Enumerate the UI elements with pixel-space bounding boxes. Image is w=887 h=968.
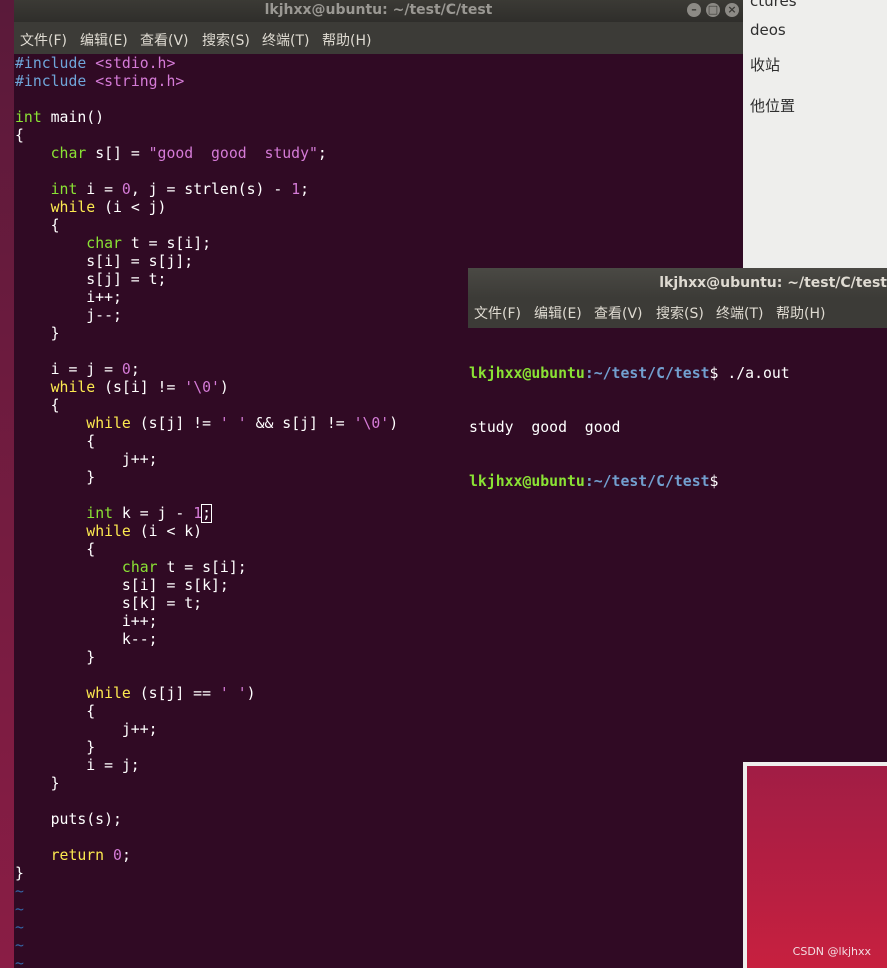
text-cursor: ; — [201, 504, 213, 523]
window-title: lkjhxx@ubuntu: ~/test/C/test — [264, 2, 493, 18]
prompt-path: :~/test/C/test — [584, 365, 710, 382]
code-line: char t = s[i]; — [86, 235, 212, 252]
command-text: ./a.out — [718, 365, 790, 382]
menubar: 文件(F) 编辑(E) 查看(V) 搜索(S) 终端(T) 帮助(H) — [14, 22, 743, 54]
empty-buffer-line: ~ — [15, 955, 24, 968]
prompt-line: lkjhxx@ubuntu:~/test/C/test$ — [469, 473, 887, 491]
code-line: int i = 0, j = strlen(s) - 1; — [50, 181, 310, 198]
code-line: #include <stdio.h> — [15, 55, 176, 72]
empty-buffer-line: ~ — [15, 883, 24, 900]
code-line: int main() — [15, 109, 105, 126]
fm-sidebar-item-pictures[interactable]: ctures — [750, 0, 797, 10]
code-line: while (i < j) — [50, 199, 167, 216]
command-line: lkjhxx@ubuntu:~/test/C/test$ ./a.out — [469, 365, 887, 383]
prompt-sign: $ — [709, 473, 719, 490]
fm-sidebar-item-trash[interactable]: 收站 — [750, 54, 780, 75]
program-output: study good good — [469, 419, 621, 436]
menu-terminal[interactable]: 终端(T) — [716, 298, 763, 330]
empty-buffer-line: ~ — [15, 919, 24, 936]
code-line: } — [15, 865, 24, 882]
output-terminal-window[interactable]: lkjhxx@ubuntu: ~/test/C/test 文件(F) 编辑(E)… — [468, 268, 887, 762]
code-line: return 0; — [50, 847, 131, 864]
terminal-output[interactable]: lkjhxx@ubuntu:~/test/C/test$ ./a.out stu… — [469, 329, 887, 527]
fm-sidebar-item-other-locations[interactable]: 他位置 — [750, 95, 795, 116]
minimize-button[interactable]: – — [687, 3, 701, 17]
empty-buffer-line: ~ — [15, 937, 24, 954]
fm-sidebar-label: 他位置 — [750, 97, 796, 115]
code-line: } — [15, 775, 60, 792]
maximize-button[interactable]: □ — [706, 3, 720, 17]
menu-view[interactable]: 查看(V) — [594, 298, 643, 330]
menubar: 文件(F) 编辑(E) 查看(V) 搜索(S) 终端(T) 帮助(H) — [468, 298, 887, 328]
fm-sidebar-label: ctures — [750, 0, 797, 10]
close-button[interactable]: × — [725, 3, 739, 17]
code-line: { — [15, 217, 60, 234]
code-line: { — [15, 127, 24, 144]
window-title: lkjhxx@ubuntu: ~/test/C/test — [659, 275, 887, 291]
menu-help[interactable]: 帮助(H) — [776, 298, 825, 330]
watermark: CSDN @lkjhxx — [792, 945, 871, 958]
prompt-path: :~/test/C/test — [584, 473, 710, 490]
window-titlebar[interactable]: lkjhxx@ubuntu: ~/test/C/test — [468, 268, 887, 298]
prompt-user: lkjhxx@ubuntu — [469, 365, 585, 382]
fm-sidebar-label: deos — [750, 21, 786, 39]
fm-sidebar-item-videos[interactable]: deos — [750, 21, 786, 39]
desktop-wallpaper-region — [747, 766, 887, 968]
menu-edit[interactable]: 编辑(E) — [534, 298, 582, 330]
prompt-user: lkjhxx@ubuntu — [469, 473, 585, 490]
menu-file[interactable]: 文件(F) — [474, 298, 521, 330]
code-line: char s[] = "good good study"; — [50, 145, 327, 162]
window-titlebar[interactable]: lkjhxx@ubuntu: ~/test/C/test – □ × — [14, 0, 743, 22]
code-line: #include <string.h> — [15, 73, 185, 90]
menu-search[interactable]: 搜索(S) — [656, 298, 704, 330]
empty-buffer-line: ~ — [15, 901, 24, 918]
fm-sidebar-label: 收站 — [750, 56, 781, 74]
code-line: puts(s); — [15, 811, 122, 828]
desktop-wallpaper — [0, 0, 14, 968]
